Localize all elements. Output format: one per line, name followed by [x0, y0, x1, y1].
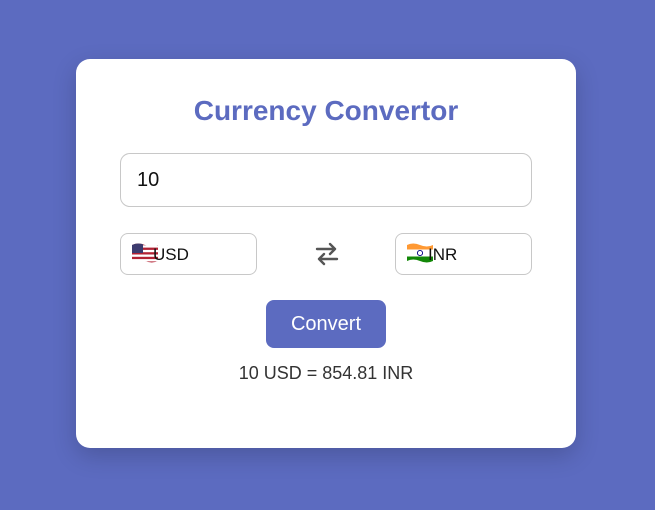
amount-input[interactable] [120, 153, 532, 207]
app-title: Currency Convertor [193, 95, 459, 126]
conversion-result: 10 USD = 854.81 INR [238, 363, 414, 383]
from-currency-select[interactable]: USD [120, 233, 257, 275]
converter-card: Currency Convertor USD [76, 59, 576, 448]
swap-arrows-icon[interactable] [314, 241, 340, 267]
convert-button[interactable]: Convert [266, 300, 386, 348]
to-currency-code: INR [428, 245, 458, 264]
to-currency-select[interactable]: INR [395, 233, 532, 275]
from-currency-code: USD [153, 245, 189, 264]
